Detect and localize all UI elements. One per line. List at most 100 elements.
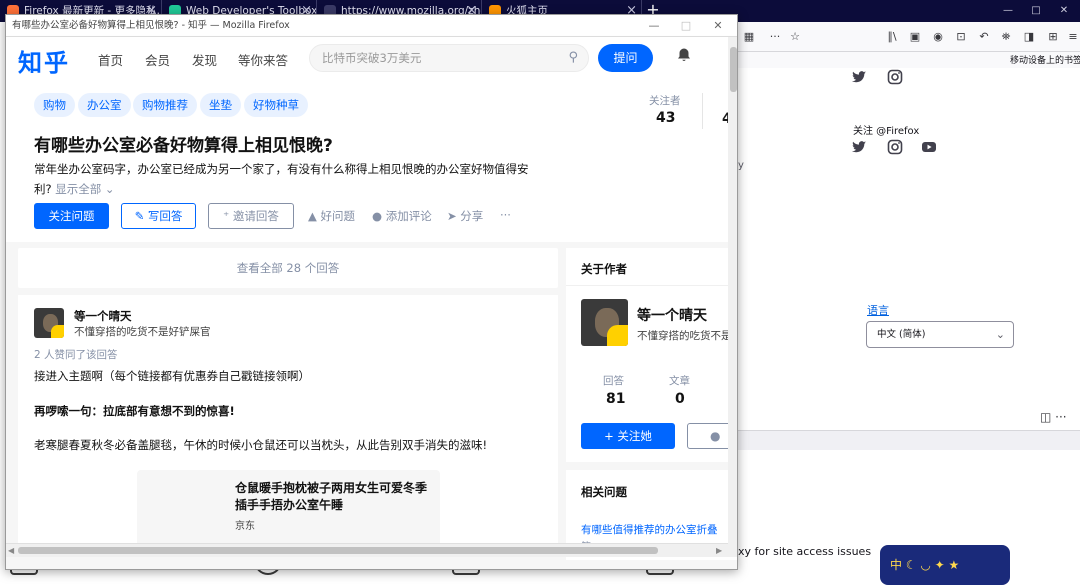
horizontal-scrollbar[interactable]: ◀ ▶ <box>6 543 728 557</box>
close-window-button[interactable]: ✕ <box>1050 0 1078 22</box>
undo-icon[interactable]: ↶ <box>975 28 993 46</box>
write-answer-button[interactable]: ✎ 写回答 <box>121 203 196 229</box>
product-title: 仓鼠暖手抱枕被子两用女生可爱冬季插手手捂办公室午睡 <box>235 481 428 512</box>
popup-window: 有哪些办公室必备好物算得上相见恨晚? - 知乎 — Mozilla Firefo… <box>5 14 738 570</box>
avatar[interactable] <box>34 308 64 338</box>
follow-question-button[interactable]: 关注问题 <box>34 203 109 229</box>
promo-badge[interactable]: 中 ☾ ◡ ✦ ★ <box>880 545 1010 585</box>
scroll-left-icon[interactable]: ◀ <box>8 546 14 555</box>
screenshot-icon[interactable]: ⊡ <box>952 28 970 46</box>
nav-toolbar: ▦ ··· ☆ ∥\ ▣ ◉ ⊡ ↶ ⛯ ◨ ⊞ ≡ <box>738 22 1080 52</box>
menu-icon[interactable]: ≡ <box>1064 28 1080 46</box>
addons-icon[interactable]: ⊞ <box>1044 28 1062 46</box>
sidebar-icon[interactable]: ▣ <box>906 28 924 46</box>
follower-count: 43 <box>656 110 676 126</box>
twitter-icon[interactable] <box>851 69 867 85</box>
avatar[interactable] <box>581 299 628 346</box>
minimize-button[interactable]: — <box>994 0 1022 22</box>
answers-stat-value[interactable]: 81 <box>606 391 625 407</box>
about-author-heading: 关于作者 <box>581 262 627 276</box>
avatar-hat <box>606 324 628 346</box>
bookmark-star-icon[interactable]: ☆ <box>786 28 804 46</box>
add-comment-button[interactable]: ● 添加评论 <box>372 208 432 224</box>
avatar-hat <box>50 324 64 338</box>
instagram-icon[interactable] <box>887 69 903 85</box>
related-question-link[interactable]: 有哪些值得推荐的办公室折叠 <box>581 522 718 537</box>
page-actions-icon[interactable]: ··· <box>766 28 784 46</box>
articles-stat-value[interactable]: 0 <box>675 391 685 407</box>
more-actions-button[interactable]: ··· <box>500 208 511 222</box>
nav-membership[interactable]: 会员 <box>145 50 170 69</box>
topic-tag[interactable]: 办公室 <box>78 93 131 117</box>
share-button[interactable]: ➤ 分享 <box>447 208 483 224</box>
popup-window-title: 有哪些办公室必备好物算得上相见恨晚? - 知乎 — Mozilla Firefo… <box>12 20 290 31</box>
maximize-button[interactable]: □ <box>1022 0 1050 22</box>
topic-tag[interactable]: 购物 <box>34 93 75 117</box>
zhihu-header: 知乎 首页 会员 发现 等你来答 比特币突破3万美元 ⚲ 提问 <box>6 37 737 79</box>
search-icon[interactable]: ⚲ <box>568 45 578 71</box>
author-name[interactable]: 等一个晴天 <box>637 305 707 325</box>
popup-close-button[interactable]: ✕ <box>702 15 734 37</box>
twitter-icon[interactable] <box>851 139 867 155</box>
answers-column: 查看全部 28 个回答 等一个晴天 不懂穿搭的吃货不是好铲屎官 2 人赞同了该回… <box>18 248 558 555</box>
topic-tag[interactable]: 好物种草 <box>244 93 308 117</box>
question-title: 有哪些办公室必备好物算得上相见恨晚? <box>34 136 333 156</box>
good-question-button[interactable]: ▲ 好问题 <box>308 208 355 224</box>
author-bio: 不懂穿搭的吃货不是好铲 <box>637 330 737 342</box>
scrollbar-thumb[interactable] <box>730 47 737 92</box>
answer-paragraph: 接进入主题啊（每个链接都有优惠券自己戳链接领啊） <box>34 369 310 383</box>
question-header: 购物 办公室 购物推荐 坐垫 好物种草 关注者 43 4 有哪些办公室必备好物算… <box>6 79 732 242</box>
nav-discover[interactable]: 发现 <box>192 50 217 69</box>
qr-code-icon[interactable]: ▦ <box>740 28 758 46</box>
invite-answer-button[interactable]: ⁺ 邀请回答 <box>208 203 294 229</box>
related-questions-heading: 相关问题 <box>581 485 627 499</box>
language-label: 语言 <box>867 304 889 317</box>
bell-icon[interactable] <box>676 47 692 67</box>
answer-author-name[interactable]: 等一个晴天 <box>74 308 132 324</box>
divider <box>566 285 737 286</box>
vertical-scrollbar[interactable] <box>728 37 737 557</box>
language-select[interactable]: 中文 (简体) ⌄ <box>866 321 1014 348</box>
answer-paragraph: 再啰嗦一句：拉底部有意想不到的惊喜! <box>34 404 235 418</box>
popup-maximize-button[interactable]: □ <box>670 15 702 37</box>
topic-tag[interactable]: 购物推荐 <box>133 93 197 117</box>
instagram-icon[interactable] <box>887 139 903 155</box>
nav-waiting-answers[interactable]: 等你来答 <box>238 50 288 69</box>
panel-divider <box>738 430 1080 450</box>
scroll-right-icon[interactable]: ▶ <box>716 546 722 555</box>
stat-divider <box>702 93 703 129</box>
view-all-answers-link[interactable]: 查看全部 28 个回答 <box>18 248 558 288</box>
nav-home[interactable]: 首页 <box>98 50 123 69</box>
articles-stat-label: 文章 <box>669 375 690 387</box>
page-text-fragment: y <box>738 160 744 171</box>
chevron-down-icon: ⌄ <box>995 328 1005 341</box>
message-icon: ● <box>710 429 721 443</box>
scrollbar-thumb[interactable] <box>18 547 658 554</box>
topic-tag[interactable]: 坐垫 <box>200 93 241 117</box>
popup-minimize-button[interactable]: — <box>638 15 670 37</box>
extension-icon[interactable]: ⛯ <box>997 28 1015 46</box>
follow-firefox-label: 关注 @Firefox <box>853 126 920 137</box>
container-icon[interactable]: ◨ <box>1020 28 1038 46</box>
panel-tools[interactable]: ◫ ··· <box>1040 410 1067 424</box>
search-placeholder: 比特币突破3万美元 <box>322 51 422 65</box>
follower-label: 关注者 <box>649 95 681 107</box>
question-description: 常年坐办公室码字，办公室已经成为另一个家了，有没有什么称得上相见恨晚的办公室好物… <box>34 159 546 199</box>
youtube-icon[interactable] <box>921 139 937 155</box>
show-all-link[interactable]: 显示全部 ⌄ <box>55 182 114 196</box>
proxy-feature-text: xy for site access issues <box>738 545 872 558</box>
zhihu-logo[interactable]: 知乎 <box>18 43 70 78</box>
search-input[interactable]: 比特币突破3万美元 ⚲ <box>309 44 589 72</box>
sidebar: 关于作者 等一个晴天 不懂穿搭的吃货不是好铲 回答 81 文章 0 + 关注她 … <box>566 248 737 560</box>
answer-paragraph: 老寒腿春夏秋冬必备盖腿毯，午休的时候小仓鼠还可以当枕头，从此告别双手消失的滋味! <box>34 438 488 452</box>
answer-card: 等一个晴天 不懂穿搭的吃货不是好铲屎官 2 人赞同了该回答 接进入主题啊（每个链… <box>18 295 558 555</box>
library-icon[interactable]: ∥\ <box>883 28 901 46</box>
account-icon[interactable]: ◉ <box>929 28 947 46</box>
popup-titlebar: 有哪些办公室必备好物算得上相见恨晚? - 知乎 — Mozilla Firefo… <box>6 15 737 37</box>
follow-author-button[interactable]: + 关注她 <box>581 423 675 449</box>
mobile-bookmarks-link[interactable]: 移动设备上的书签 <box>1010 53 1080 66</box>
answer-vote-count: 2 人赞同了该回答 <box>34 349 118 361</box>
answer-author-bio: 不懂穿搭的吃货不是好铲屎官 <box>74 326 211 338</box>
about-author-card: 关于作者 等一个晴天 不懂穿搭的吃货不是好铲 回答 81 文章 0 + 关注她 … <box>566 248 737 462</box>
ask-question-button[interactable]: 提问 <box>598 44 653 72</box>
